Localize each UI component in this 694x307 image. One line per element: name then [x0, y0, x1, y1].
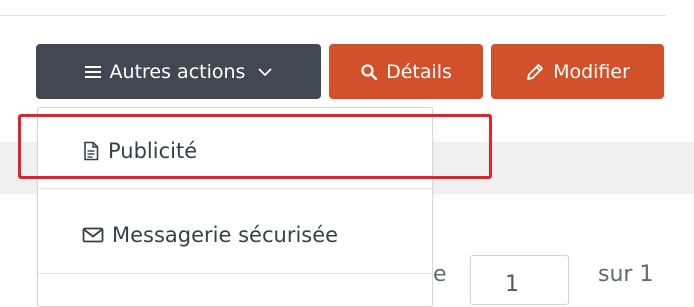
other-actions-button[interactable]: Autres actions — [36, 44, 321, 99]
menu-item-label: Messagerie sécurisée — [112, 223, 339, 247]
modifier-button[interactable]: Modifier — [491, 44, 664, 99]
chevron-down-icon — [257, 67, 273, 77]
pagination-total: sur 1 — [598, 262, 654, 287]
menu-divider — [38, 188, 432, 189]
page-number-input[interactable] — [470, 255, 569, 305]
details-button[interactable]: Détails — [329, 44, 483, 99]
hamburger-menu-icon — [84, 64, 102, 80]
search-icon — [360, 63, 378, 81]
menu-item-label: Publicité — [108, 139, 198, 163]
top-divider — [0, 15, 666, 16]
document-icon — [82, 141, 100, 161]
menu-divider — [38, 273, 432, 274]
other-actions-dropdown-menu: Publicité Messagerie sécurisée — [37, 107, 433, 307]
details-label: Détails — [386, 60, 452, 83]
pencil-icon — [525, 62, 545, 82]
modifier-label: Modifier — [553, 60, 630, 83]
other-actions-label: Autres actions — [109, 60, 246, 83]
menu-item-messagerie-securisee[interactable]: Messagerie sécurisée — [38, 206, 432, 264]
menu-item-publicite[interactable]: Publicité — [38, 122, 432, 180]
envelope-icon — [82, 226, 104, 244]
pagination-label-partial: e — [433, 262, 447, 287]
